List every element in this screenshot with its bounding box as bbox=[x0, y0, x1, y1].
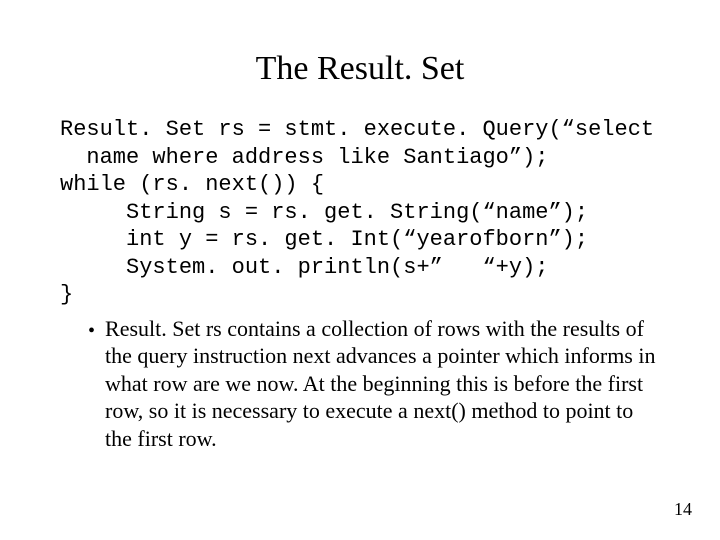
bullet-text: Result. Set rs contains a collection of … bbox=[105, 315, 660, 453]
bullet-item: • Result. Set rs contains a collection o… bbox=[60, 315, 660, 453]
page-number: 14 bbox=[674, 499, 692, 520]
slide: The Result. Set Result. Set rs = stmt. e… bbox=[0, 0, 720, 540]
slide-title: The Result. Set bbox=[60, 50, 660, 88]
bullet-icon: • bbox=[88, 321, 95, 341]
code-block: Result. Set rs = stmt. execute. Query(“s… bbox=[60, 116, 660, 309]
